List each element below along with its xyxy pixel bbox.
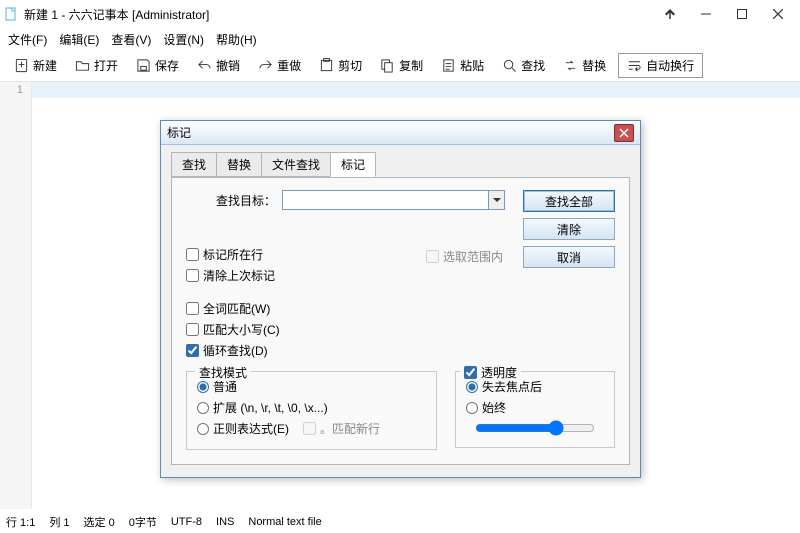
opt-clear-last[interactable]: 清除上次标记 <box>186 267 408 284</box>
copy-icon <box>380 58 395 73</box>
status-filetype: Normal text file <box>248 516 321 528</box>
toolbar-save[interactable]: 保存 <box>130 53 185 78</box>
status-column: 列 1 <box>49 514 69 530</box>
wrap-icon <box>627 58 642 73</box>
redo-icon <box>258 58 273 73</box>
tab-panel-mark: 查找目标： 查找全部 清除 标记所在行 清除上次标记 <box>171 177 630 465</box>
chevron-down-icon <box>493 196 501 204</box>
transparency-legend: 透明度 <box>460 364 521 381</box>
close-button[interactable] <box>760 1 796 27</box>
dialog-title: 标记 <box>167 124 614 141</box>
search-mode-legend: 查找模式 <box>195 364 251 381</box>
dialog-titlebar[interactable]: 标记 <box>161 121 640 145</box>
toolbar-cut[interactable]: 剪切 <box>313 53 368 78</box>
cut-icon <box>319 58 334 73</box>
clear-button[interactable]: 清除 <box>523 218 615 240</box>
transparency-group: 透明度 失去焦点后 始终 <box>455 371 615 448</box>
dialog-tabs: 查找 替换 文件查找 标记 <box>171 152 630 178</box>
mark-dialog: 标记 查找 替换 文件查找 标记 查找目标： <box>160 120 641 478</box>
collapse-button[interactable] <box>652 1 688 27</box>
window-controls <box>652 1 796 27</box>
minimize-button[interactable] <box>688 1 724 27</box>
status-selection: 选定 0 <box>84 514 115 530</box>
trans-always[interactable]: 始终 <box>466 399 604 416</box>
toolbar-new[interactable]: 新建 <box>8 53 63 78</box>
folder-open-icon <box>75 58 90 73</box>
opt-whole-word[interactable]: 全词匹配(W) <box>186 300 615 317</box>
cancel-button[interactable]: 取消 <box>523 246 615 268</box>
menu-edit[interactable]: 编辑(E) <box>59 31 99 48</box>
new-file-icon <box>14 58 29 73</box>
menu-settings[interactable]: 设置(N) <box>163 31 204 48</box>
opt-match-case[interactable]: 匹配大小写(C) <box>186 321 615 338</box>
toolbar-undo[interactable]: 撤销 <box>191 53 246 78</box>
save-icon <box>136 58 151 73</box>
maximize-button[interactable] <box>724 1 760 27</box>
toolbar-find[interactable]: 查找 <box>496 53 551 78</box>
find-target-label: 查找目标： <box>216 192 276 209</box>
tab-replace[interactable]: 替换 <box>216 152 262 177</box>
status-encoding: UTF-8 <box>171 516 202 528</box>
tab-mark[interactable]: 标记 <box>330 152 376 177</box>
find-target-combo <box>282 190 505 210</box>
toolbar-copy[interactable]: 复制 <box>374 53 429 78</box>
opt-transparency-enable[interactable]: 透明度 <box>464 364 517 381</box>
opt-wrap-search[interactable]: 循环查找(D) <box>186 342 615 359</box>
window-titlebar: 新建 1 - 六六记事本 [Administrator] <box>0 0 800 28</box>
find-target-input[interactable] <box>282 190 489 210</box>
line-number-gutter: 1 <box>0 82 32 509</box>
toolbar-redo[interactable]: 重做 <box>252 53 307 78</box>
opt-match-newline: 。匹配新行 <box>303 420 380 437</box>
mode-extended[interactable]: 扩展 (\n, \r, \t, \0, \x...) <box>197 399 426 416</box>
replace-icon <box>563 58 578 73</box>
toolbar-paste[interactable]: 粘贴 <box>435 53 490 78</box>
undo-icon <box>197 58 212 73</box>
toolbar-open[interactable]: 打开 <box>69 53 124 78</box>
status-bar: 行 1:1 列 1 选定 0 0字节 UTF-8 INS Normal text… <box>0 509 800 533</box>
search-icon <box>502 58 517 73</box>
menu-help[interactable]: 帮助(H) <box>216 31 257 48</box>
paste-icon <box>441 58 456 73</box>
menu-file[interactable]: 文件(F) <box>8 31 47 48</box>
window-title: 新建 1 - 六六记事本 [Administrator] <box>24 6 652 23</box>
toolbar-replace[interactable]: 替换 <box>557 53 612 78</box>
transparency-slider[interactable] <box>475 420 595 436</box>
toolbar: 新建 打开 保存 撤销 重做 剪切 复制 粘贴 查找 替换 自动换行 <box>0 50 800 82</box>
status-insert-mode: INS <box>216 516 234 528</box>
app-icon <box>4 7 18 21</box>
menu-bar: 文件(F) 编辑(E) 查看(V) 设置(N) 帮助(H) <box>0 28 800 50</box>
status-line: 行 1:1 <box>6 514 35 530</box>
toolbar-wordwrap[interactable]: 自动换行 <box>618 53 703 78</box>
line-number: 1 <box>0 84 23 96</box>
mode-regex[interactable]: 正则表达式(E) <box>197 420 289 437</box>
current-line <box>32 82 800 98</box>
find-all-button[interactable]: 查找全部 <box>523 190 615 212</box>
tab-findinfiles[interactable]: 文件查找 <box>261 152 331 177</box>
find-target-dropdown[interactable] <box>489 190 505 210</box>
search-mode-group: 查找模式 普通 扩展 (\n, \r, \t, \0, \x...) 正则表达式… <box>186 371 437 450</box>
opt-in-selection: 选取范围内 <box>426 248 503 265</box>
dialog-close-button[interactable] <box>614 124 634 142</box>
tab-find[interactable]: 查找 <box>171 152 217 177</box>
opt-mark-line[interactable]: 标记所在行 <box>186 246 408 263</box>
menu-view[interactable]: 查看(V) <box>111 31 151 48</box>
close-icon <box>619 128 629 138</box>
status-bytes: 0字节 <box>129 514 157 530</box>
